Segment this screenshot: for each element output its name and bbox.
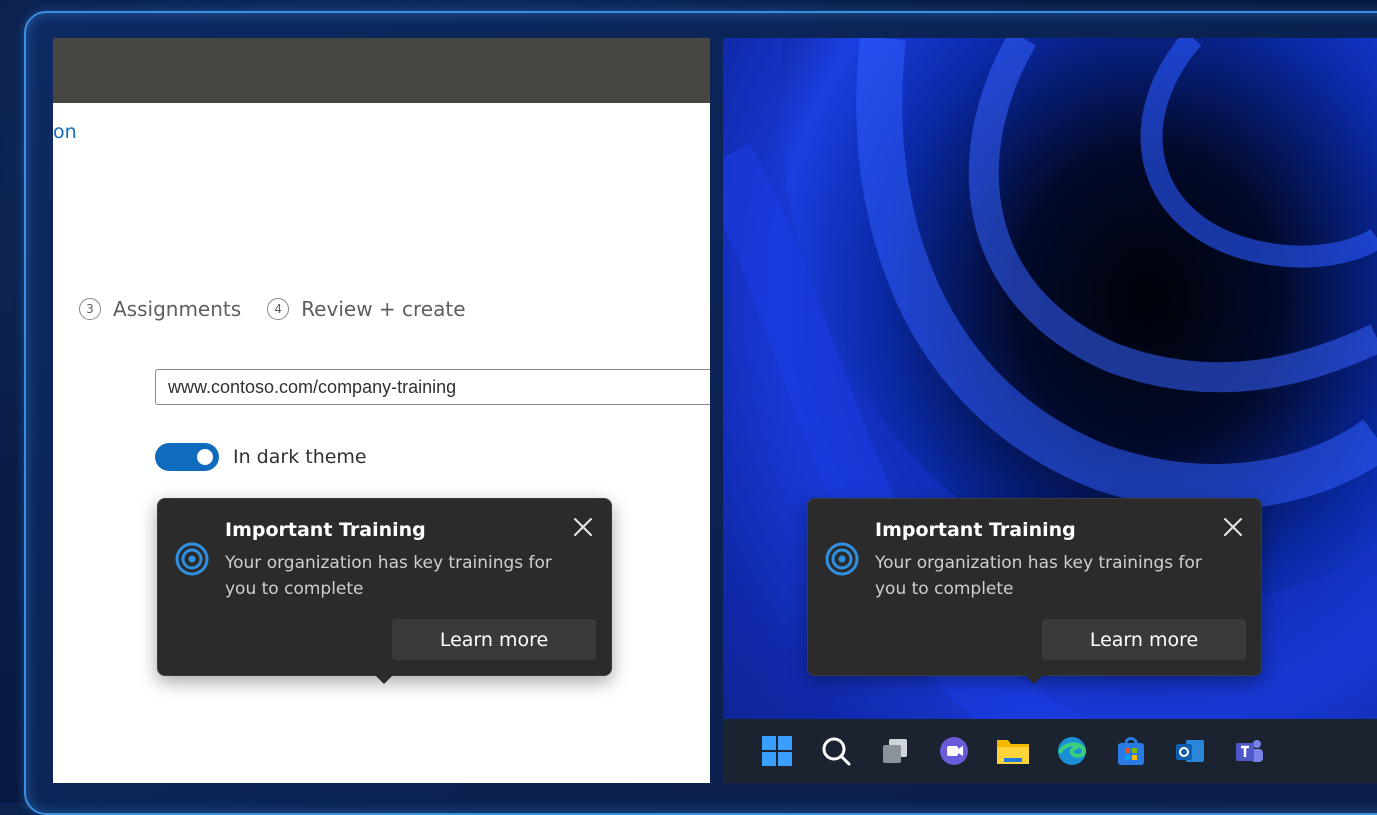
outlook-icon[interactable]: [1172, 733, 1208, 769]
toast-title: Important Training: [875, 519, 1076, 541]
toast-title: Important Training: [225, 519, 426, 541]
training-logo-icon: [175, 542, 209, 576]
file-explorer-icon[interactable]: [995, 733, 1031, 769]
step-assignments[interactable]: 3 Assignments: [79, 297, 241, 321]
taskbar: [723, 719, 1377, 783]
toast-body: Your organization has key trainings for …: [225, 553, 552, 599]
windows-desktop: Important Training Your organization has…: [723, 38, 1377, 783]
step-review-create[interactable]: 4 Review + create: [267, 297, 466, 321]
breadcrumb-link[interactable]: on: [53, 121, 77, 143]
dark-theme-toggle[interactable]: [155, 443, 219, 471]
task-view-icon[interactable]: [877, 733, 913, 769]
store-icon[interactable]: [1113, 733, 1149, 769]
url-input[interactable]: [155, 369, 710, 405]
step-number-badge: 4: [267, 298, 290, 320]
admin-web-page: on 3 Assignments 4 Review + create In da…: [53, 38, 710, 783]
training-logo-icon: [825, 542, 859, 576]
windows-start-icon[interactable]: [759, 733, 795, 769]
edge-icon[interactable]: [1054, 733, 1090, 769]
learn-more-button[interactable]: Learn more: [1042, 619, 1246, 660]
step-label: Assignments: [113, 297, 242, 321]
toast-preview-light: Important Training Your organization has…: [157, 498, 612, 684]
chat-icon[interactable]: [936, 733, 972, 769]
close-icon[interactable]: [1219, 513, 1247, 541]
learn-more-button[interactable]: Learn more: [392, 619, 596, 660]
search-icon[interactable]: [818, 733, 854, 769]
dark-theme-toggle-row: In dark theme: [155, 443, 367, 471]
toggle-label: In dark theme: [233, 446, 367, 468]
teams-icon[interactable]: [1231, 733, 1267, 769]
close-icon[interactable]: [569, 513, 597, 541]
toast-body: Your organization has key trainings for …: [875, 553, 1202, 599]
step-label: Review + create: [301, 297, 466, 321]
toggle-knob: [197, 449, 213, 465]
toast-notification-desktop: Important Training Your organization has…: [807, 498, 1262, 684]
wizard-steps: 3 Assignments 4 Review + create: [79, 297, 492, 321]
step-number-badge: 3: [79, 298, 101, 320]
page-header-bar: [53, 38, 710, 103]
